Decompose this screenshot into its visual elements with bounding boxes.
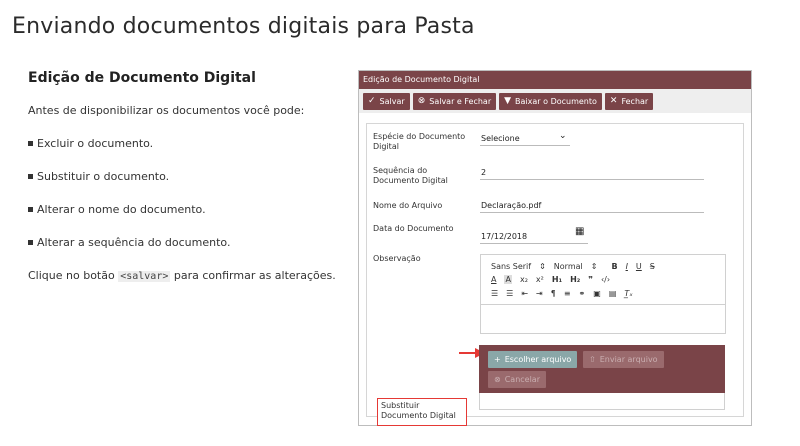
font-select-arrow-icon[interactable]: ⇕ [539, 262, 546, 271]
salvar-code: <salvar> [118, 271, 171, 282]
dialog-title: Edição de Documento Digital [359, 71, 751, 89]
especie-select[interactable]: Selecione [481, 134, 520, 143]
size-select-arrow-icon[interactable]: ⇕ [591, 262, 598, 271]
nome-input[interactable]: Declaração.pdf [481, 201, 541, 210]
heading2-icon[interactable]: H₂ [570, 275, 580, 284]
list-item: Excluir o documento. [28, 137, 348, 150]
subscript-icon[interactable]: x₂ [520, 275, 528, 284]
sequencia-input[interactable]: 2 [481, 168, 486, 177]
align-icon[interactable]: ≡ [564, 289, 571, 298]
instructions-panel: Edição de Documento Digital Antes de dis… [28, 70, 348, 303]
font-select[interactable]: Sans Serif [491, 262, 531, 271]
italic-icon[interactable]: I [626, 262, 628, 271]
data-input[interactable]: 17/12/2018 [481, 232, 527, 241]
quote-icon[interactable]: ❞ [588, 275, 593, 284]
upload-icon: ⇧ [589, 355, 596, 364]
save-close-button[interactable]: ⊗ Salvar e Fechar [412, 92, 497, 110]
background-color-icon[interactable]: A [504, 275, 512, 284]
bullet-icon [28, 207, 33, 212]
choose-file-button[interactable]: + Escolher arquivo [488, 351, 578, 368]
close-icon: ✕ [609, 96, 618, 106]
image-icon[interactable]: ▣ [593, 289, 601, 298]
superscript-icon[interactable]: x² [536, 275, 544, 284]
size-select[interactable]: Normal [554, 262, 583, 271]
page-title: Enviando documentos digitais para Pasta [12, 14, 475, 39]
intro-text: Antes de disponibilizar os documentos vo… [28, 104, 305, 117]
outdent-icon[interactable]: ⇤ [521, 289, 528, 298]
section-heading: Edição de Documento Digital [28, 70, 256, 86]
link-icon[interactable]: ⚭ [579, 289, 586, 298]
chevron-down-icon[interactable]: ⌄ [559, 131, 567, 141]
upload-panel: + Escolher arquivo ⇧ Enviar arquivo ⊗ Cance… [479, 345, 725, 393]
indent-icon[interactable]: ⇥ [536, 289, 543, 298]
bullet-icon [28, 141, 33, 146]
cancel-upload-button[interactable]: ⊗ Cancelar [488, 371, 546, 388]
sequencia-label: Sequência do Documento Digital [373, 166, 448, 185]
save-button[interactable]: ✓ Salvar [363, 92, 410, 110]
upload-file-area [479, 393, 725, 410]
check-icon: ✓ [368, 96, 376, 106]
heading1-icon[interactable]: H₁ [552, 275, 562, 284]
observacao-editor[interactable]: Sans Serif ⇕ Normal ⇕ B I U S̶ A A x₂ x²… [480, 254, 726, 334]
rtl-icon[interactable]: ¶ [551, 289, 556, 298]
bullet-icon [28, 174, 33, 179]
bullet-icon [28, 240, 33, 245]
close-button[interactable]: ✕ Fechar [604, 92, 654, 110]
underline-icon[interactable]: U [636, 262, 642, 271]
font-color-icon[interactable]: A [491, 275, 496, 284]
caret-down-icon: ▼ [504, 96, 512, 106]
plus-icon: + [494, 355, 501, 364]
ordered-list-icon[interactable]: ☰ [491, 289, 498, 298]
dialog-toolbar: ✓ Salvar ⊗ Salvar e Fechar ▼ Baixar o Docum… [359, 89, 751, 113]
code-icon[interactable]: ‹/› [601, 275, 610, 284]
bullet-list-icon[interactable]: ☰ [506, 289, 513, 298]
send-file-button[interactable]: ⇧ Enviar arquivo [583, 351, 664, 368]
substituir-label: Substituir Documento Digital [377, 398, 467, 426]
data-label: Data do Documento [373, 224, 454, 233]
especie-label: Espécie do Documento Digital [373, 132, 466, 151]
calendar-icon[interactable]: ▦ [575, 226, 584, 237]
observacao-label: Observação [373, 254, 421, 263]
bold-icon[interactable]: B [611, 262, 617, 271]
list-item: Alterar a sequência do documento. [28, 236, 348, 249]
close-circle-icon: ⊗ [417, 96, 426, 106]
list-item: Substituir o documento. [28, 170, 348, 183]
cancel-icon: ⊗ [494, 375, 501, 384]
clear-format-icon[interactable]: T̲ₓ [624, 289, 632, 298]
strike-icon[interactable]: S̶ [650, 262, 655, 271]
editor-toolbar: Sans Serif ⇕ Normal ⇕ B I U S̶ A A x₂ x²… [481, 255, 725, 305]
list-item: Alterar o nome do documento. [28, 203, 348, 216]
download-button[interactable]: ▼ Baixar o Documento [499, 92, 602, 110]
video-icon[interactable]: ▤ [609, 289, 617, 298]
footer-text: Clique no botão <salvar> para confirmar … [28, 269, 336, 282]
nome-label: Nome do Arquivo [373, 201, 443, 210]
